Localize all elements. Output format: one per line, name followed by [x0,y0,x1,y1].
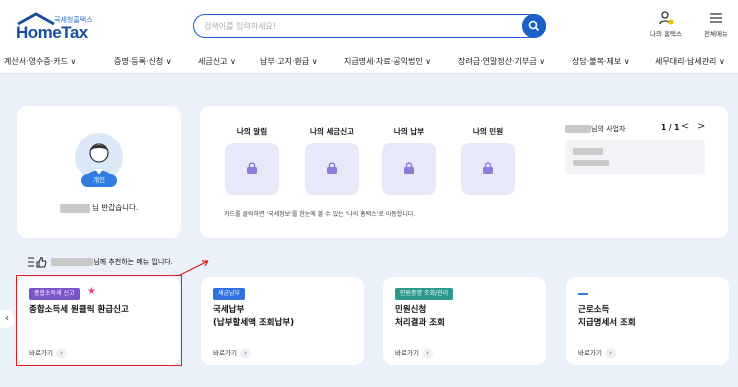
recommend-title: 님께 추천하는 메뉴 입니다. [27,256,173,268]
menu-card-tag: 민원증명 조회/관리 [395,288,454,300]
search-button[interactable] [522,14,546,38]
nav-item-tax-return[interactable]: 세금신고 ∨ [198,56,236,67]
masked-business-number [573,160,609,166]
menu-card-dash [578,293,588,295]
menu-card-earned-income-statement[interactable]: 근로소득 지급명세서 조회 바로가기 › [566,277,729,365]
lock-icon [404,162,414,174]
masked-recommend-username [51,258,94,266]
carousel-prev-button[interactable]: ‹ [0,310,14,328]
business-prev-button[interactable]: < [681,121,689,132]
menu-card-tag: 세금납부 [213,288,246,300]
greeting: 님 반갑습니다. [17,202,181,213]
masked-business-name [573,148,603,155]
my-alerts-label: 나의 알림 [236,127,268,136]
personal-badge: 개인 [81,174,117,187]
menu-card-national-tax-payment[interactable]: 세금납부 국세납부 (납부할세액 조회납부) 바로가기 › [201,277,364,365]
my-payment-box[interactable] [382,143,436,195]
business-next-button[interactable]: > [697,121,705,132]
chevron-right-icon: › [239,348,251,359]
greeting-text: 님 반갑습니다. [92,203,139,212]
lock-icon [483,162,493,174]
masked-business-owner [565,125,591,133]
menu-card-subtitle: (납부할세액 조회납부) [213,318,295,328]
chevron-right-icon: › [421,348,433,359]
logo-title: HomeTax [16,23,88,42]
my-civil-petition-box[interactable] [461,143,515,195]
business-info-panel [565,140,705,174]
my-tax-return-tile[interactable]: 나의 세금신고 [300,126,364,195]
nav-item-payment[interactable]: 납부·고지·환급 ∨ [260,56,318,67]
my-business-panel: 님의 사업자 1 / 1 < > [565,120,707,190]
shortcut-link[interactable]: 바로가기 › [213,347,251,359]
my-civil-petition-tile[interactable]: 나의 민원 [456,126,520,195]
my-alerts-tile[interactable]: 나의 알림 [220,126,284,195]
nav-item-certificate[interactable]: 증명·등록·신청 ∨ [114,56,172,67]
my-status-card: 나의 알림 나의 세금신고 나의 납부 나의 민원 카드를 클릭하면 '국세정보… [200,106,728,238]
my-hometax-label: 나의 홈택스 [650,30,682,38]
menu-card-title: 근로소득 [578,305,610,315]
profile-card: 개인 님 반갑습니다. [17,106,181,238]
header: 국세청홈택스 HomeTax 나의 홈택스 전체메뉴 [0,0,738,48]
highlight-box [16,275,182,366]
search-icon [528,20,540,32]
my-tax-return-label: 나의 세금신고 [309,127,354,136]
business-title: 님의 사업자 [565,124,625,134]
chevron-right-icon: › [604,348,616,359]
nav-item-tax-agent[interactable]: 세무대리·납세관리 ∨ [655,56,725,67]
business-pagination: 1 / 1 [661,123,680,132]
menu-card-subtitle: 지급명세서 조회 [578,318,636,328]
nav-item-consulting[interactable]: 상담·불복·제보 ∨ [572,56,630,67]
menu-card-title: 민원신청 [395,305,427,315]
menu-icon [709,13,722,23]
menu-card-title: 국세납부 [213,305,245,315]
my-hometax-button[interactable]: 나의 홈택스 [650,10,682,38]
main-navigation: 계산서·영수증·카드 ∨ 증명·등록·신청 ∨ 세금신고 ∨ 납부·고지·환급 … [0,48,738,74]
nav-item-statements[interactable]: 지급명세·자료·공익법인 ∨ [344,56,431,67]
hometax-logo[interactable]: 국세청홈택스 HomeTax [16,12,96,42]
search-bar [193,14,546,38]
lock-icon [247,162,257,174]
my-tax-return-box[interactable] [305,143,359,195]
list-thumbs-up-icon [28,256,47,268]
my-civil-petition-label: 나의 민원 [472,127,504,136]
shortcut-link[interactable]: 바로가기 › [578,347,616,359]
my-payment-tile[interactable]: 나의 납부 [377,126,441,195]
all-menu-button[interactable]: 전체메뉴 [704,10,728,38]
menu-card-subtitle: 처리결과 조회 [395,318,445,328]
menu-card-civil-petition-result[interactable]: 민원증명 조회/관리 민원신청 처리결과 조회 바로가기 › [383,277,546,365]
nav-item-invoice[interactable]: 계산서·영수증·카드 ∨ [4,56,76,67]
user-bell-icon [659,11,674,25]
shortcut-link[interactable]: 바로가기 › [395,347,433,359]
my-payment-label: 나의 납부 [393,127,425,136]
search-input[interactable] [204,18,514,34]
lock-icon [327,162,337,174]
nav-item-incentives[interactable]: 장려금·연말정산·기부금 ∨ [458,56,545,67]
alerts-note: 카드를 클릭하면 '국세정보'를 한눈에 볼 수 있는 '나의 홈택스'로 이동… [224,211,416,218]
all-menu-label: 전체메뉴 [704,30,728,38]
masked-username [59,203,90,213]
my-alerts-box[interactable] [225,143,279,195]
